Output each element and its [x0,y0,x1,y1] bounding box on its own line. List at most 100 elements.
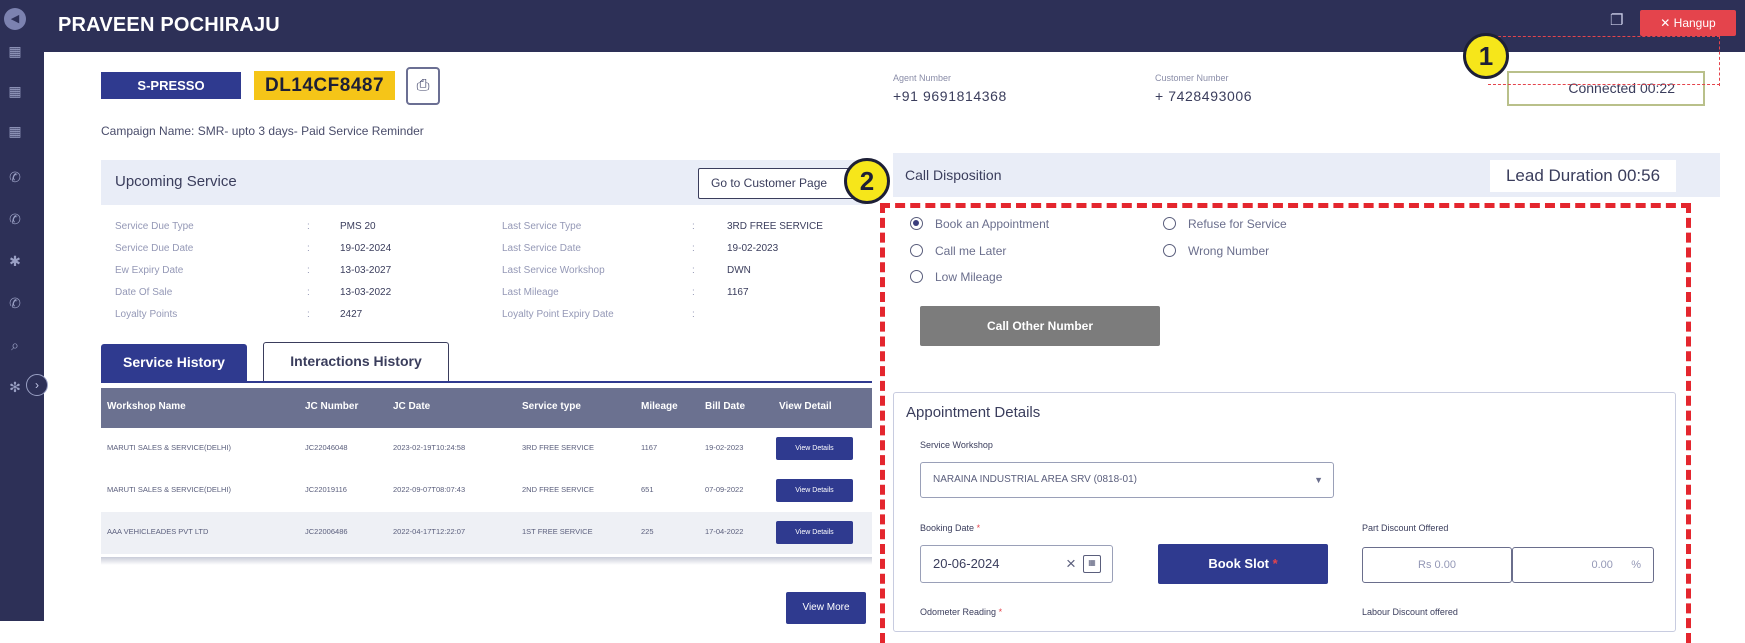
radio-book-appointment[interactable]: Book an Appointment [910,216,1049,232]
view-details-button[interactable]: View Details [776,479,853,502]
labour-discount-label: Labour Discount offered [1362,607,1458,617]
radio-label: Refuse for Service [1188,217,1287,231]
radio-empty-icon [910,244,923,257]
radio-label: Wrong Number [1188,244,1270,258]
detail-label: Last Service Workshop [502,265,605,276]
detail-value: PMS 20 [340,221,376,232]
detail-value: 19-02-2024 [340,243,392,254]
rc-document-icon[interactable]: ⎙ [406,67,440,105]
detail-label: Last Service Date [502,243,581,254]
settings-icon[interactable]: ✻ [4,376,26,398]
appointment-details-panel [893,392,1676,632]
detail-value: 1167 [727,287,749,298]
detail-label: Date Of Sale [115,287,173,298]
phone-icon[interactable]: ✆ [4,166,26,188]
detail-label: Ew Expiry Date [115,265,184,276]
grid-icon[interactable]: ▦ [4,120,26,142]
tab-service-history[interactable]: Service History [101,344,247,381]
expand-rail-icon[interactable]: › [26,374,48,396]
column-header: JC Number [305,401,359,412]
cell-jc-number: JC22006486 [305,527,348,536]
detail-value: 3RD FREE SERVICE [727,221,823,232]
customer-number: + 7428493006 [1155,88,1253,104]
callout-1-connector [1488,36,1720,86]
detail-separator: : [692,221,695,232]
grid-icon[interactable]: ▦ [4,80,26,102]
phone-icon[interactable]: ✆ [4,208,26,230]
column-header: Mileage [641,401,678,412]
detail-separator: : [692,243,695,254]
service-history-table-header: Workshop Name JC Number JC Date Service … [101,388,872,428]
tab-interactions-history[interactable]: Interactions History [263,342,449,381]
search-icon[interactable]: ⌕ [4,334,26,356]
call-disposition-title: Call Disposition [905,167,1002,183]
appointment-details-title: Appointment Details [906,404,1041,421]
detail-separator: : [692,287,695,298]
detail-separator: : [307,265,310,276]
registration-plate: DL14CF8487 [254,71,395,100]
agent-name: PRAVEEN POCHIRAJU [58,14,280,36]
detail-value: 13-03-2022 [340,287,392,298]
column-header: View Detail [779,401,832,412]
calendar-icon[interactable]: ▦ [1083,555,1101,573]
cell-workshop: MARUTI SALES & SERVICE(DELHI) [107,443,232,452]
part-discount-rs-input[interactable]: Rs 0.00 [1362,547,1512,583]
go-to-customer-page-button[interactable]: Go to Customer Page [698,168,858,199]
detail-label: Last Mileage [502,287,559,298]
phone-icon[interactable]: ✆ [4,292,26,314]
bug-icon[interactable]: ✱ [4,250,26,272]
upcoming-service-title: Upcoming Service [115,173,237,190]
table-row: MARUTI SALES & SERVICE(DELHI) JC22046048… [101,428,872,470]
column-header: JC Date [393,401,431,412]
chevron-down-icon: ▼ [1314,475,1323,485]
vehicle-model-badge: S-PRESSO [101,72,241,99]
cell-bill-date: 17-04-2022 [705,527,744,536]
radio-low-mileage[interactable]: Low Mileage [910,269,1002,285]
column-header: Bill Date [705,401,746,412]
grid-icon[interactable]: ▦ [4,40,26,62]
book-slot-button[interactable]: Book Slot * [1158,544,1328,584]
odometer-reading-label: Odometer Reading * [920,607,1003,617]
service-workshop-label: Service Workshop [920,440,993,450]
radio-selected-icon [910,217,923,230]
detail-value: 2427 [340,309,363,320]
detail-label: Service Due Type [115,221,194,232]
service-workshop-select[interactable]: NARAINA INDUSTRIAL AREA SRV (0818-01) ▼ [920,462,1334,498]
callout-1-badge: 1 [1463,33,1509,79]
logo-icon[interactable]: ◀ [4,8,26,30]
restore-window-icon[interactable]: ❐ [1610,12,1628,30]
table-bottom-shadow [101,557,872,565]
detail-label: Loyalty Points [115,309,178,320]
detail-separator: : [692,265,695,276]
view-more-button[interactable]: View More [786,592,866,624]
detail-label: Loyalty Point Expiry Date [502,309,614,320]
cell-bill-date: 19-02-2023 [705,443,744,452]
cell-workshop: AAA VEHICLEADES PVT LTD [107,527,209,536]
view-details-button[interactable]: View Details [776,521,853,544]
part-discount-label: Part Discount Offered [1362,523,1449,533]
booking-date-input[interactable]: 20-06-2024 × ▦ [920,545,1113,583]
call-other-number-button[interactable]: Call Other Number [920,306,1160,346]
detail-separator: : [307,287,310,298]
cell-jc-date: 2022-09-07T08:07:43 [393,485,466,494]
service-workshop-value: NARAINA INDUSTRIAL AREA SRV (0818-01) [933,474,1137,485]
hangup-button[interactable]: ✕ Hangup [1640,10,1736,36]
cell-service-type: 2ND FREE SERVICE [522,485,594,494]
radio-label: Book an Appointment [935,217,1050,231]
radio-wrong-number[interactable]: Wrong Number [1163,243,1269,259]
radio-call-me-later[interactable]: Call me Later [910,243,1006,259]
detail-separator: : [307,243,310,254]
radio-empty-icon [1163,244,1176,257]
clear-icon[interactable]: × [1066,546,1076,582]
view-details-button[interactable]: View Details [776,437,853,460]
detail-value: DWN [727,265,751,276]
part-discount-pct-input[interactable]: 0.00 % [1512,547,1654,583]
booking-date-value: 20-06-2024 [933,556,1000,571]
detail-label: Service Due Date [115,243,194,254]
radio-empty-icon [1163,217,1176,230]
tab-underline [101,381,872,383]
table-row: AAA VEHICLEADES PVT LTD JC22006486 2022-… [101,512,872,554]
radio-refuse-for-service[interactable]: Refuse for Service [1163,216,1287,232]
column-header: Workshop Name [107,401,186,412]
detail-value: 19-02-2023 [727,243,779,254]
